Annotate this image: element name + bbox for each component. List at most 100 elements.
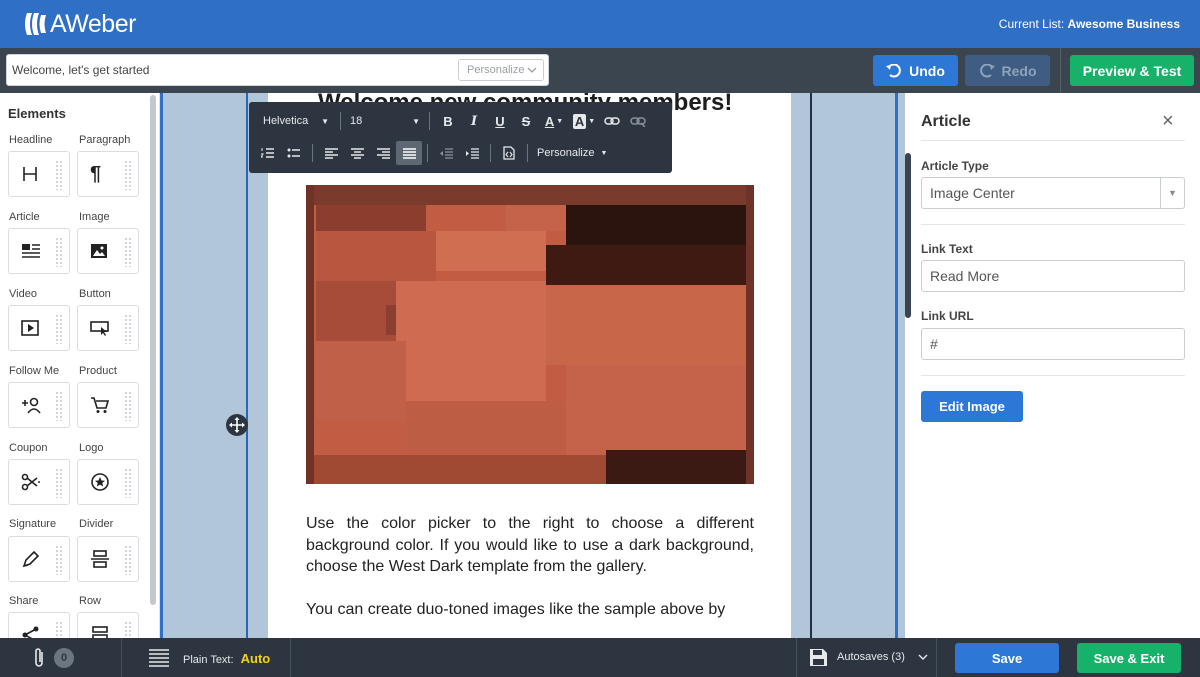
element-tile-video[interactable] (8, 305, 70, 351)
element-label: Product (79, 365, 117, 377)
underline-button[interactable]: U (487, 109, 513, 133)
align-right-button[interactable] (370, 141, 396, 165)
font-family-select[interactable]: Helvetica ▼ (257, 115, 335, 127)
cart-icon (91, 397, 110, 413)
canvas-left-edge (160, 93, 163, 638)
article-paragraph: Use the color picker to the right to cho… (306, 515, 754, 575)
preview-test-button[interactable]: Preview & Test (1070, 55, 1194, 86)
element-tile-coupon[interactable] (8, 459, 70, 505)
element-label: Article (9, 211, 40, 223)
caret-down-icon: ▼ (412, 116, 420, 126)
bottom-separator (121, 638, 122, 677)
element-label: Follow Me (9, 365, 60, 377)
panel-title: Article (921, 113, 971, 130)
link-icon (604, 117, 620, 125)
editor-canvas: Welcome new community members! (160, 93, 905, 638)
indent-button[interactable] (459, 141, 485, 165)
element-tile-button[interactable] (77, 305, 139, 351)
element-tile-divider[interactable] (77, 536, 139, 582)
drag-grip-icon (124, 391, 132, 421)
remove-link-button[interactable] (625, 109, 651, 133)
email-body: Welcome new community members! (268, 93, 791, 638)
text-color-icon: A (544, 113, 555, 129)
element-tile-signature[interactable] (8, 536, 70, 582)
outdent-button[interactable] (433, 141, 459, 165)
element-tile-paragraph[interactable]: ¶ (77, 151, 139, 197)
move-icon (229, 417, 245, 433)
article-settings-panel: Article × Article Type Image Center ▼ Li… (905, 93, 1200, 638)
drag-grip-icon (55, 621, 63, 638)
autosaves-label: Autosaves (3) (837, 651, 905, 663)
align-left-button[interactable] (318, 141, 344, 165)
drag-grip-icon (124, 314, 132, 344)
close-icon[interactable]: × (1162, 110, 1174, 133)
element-tile-image[interactable] (77, 228, 139, 274)
elements-scroll-thumb[interactable] (150, 95, 156, 605)
highlight-color-button[interactable]: A ▼ (569, 109, 599, 133)
panel-divider (921, 224, 1185, 225)
italic-button[interactable]: I (461, 109, 487, 133)
align-center-button[interactable] (344, 141, 370, 165)
element-tile-logo[interactable] (77, 459, 139, 505)
ordered-list-icon (261, 148, 274, 158)
plain-text-setting[interactable]: Plain Text: Auto (183, 651, 270, 666)
element-label: Video (9, 288, 37, 300)
drag-grip-icon (55, 468, 63, 498)
link-url-input[interactable]: # (921, 328, 1185, 360)
font-size-value: 18 (350, 115, 363, 127)
save-button[interactable]: Save (955, 643, 1059, 673)
insert-link-button[interactable] (599, 109, 625, 133)
link-url-value: # (930, 336, 938, 352)
align-center-icon (350, 147, 364, 159)
element-tile-product[interactable] (77, 382, 139, 428)
aweber-logo[interactable]: AWeber (24, 10, 136, 39)
format-separator (527, 144, 528, 162)
floppy-disk-icon (810, 649, 827, 666)
drag-grip-icon (124, 468, 132, 498)
article-type-select[interactable]: Image Center ▼ (921, 177, 1185, 209)
align-justify-button[interactable] (396, 141, 422, 165)
bullet-list-button[interactable] (281, 141, 307, 165)
section-frame-left (246, 93, 248, 638)
redo-button[interactable]: Redo (965, 55, 1050, 86)
element-tile-row[interactable] (77, 612, 139, 638)
bold-button[interactable]: B (435, 109, 461, 133)
text-format-toolbar: Helvetica ▼ 18 ▼ B I U S A ▼ A ▼ Persona… (249, 102, 672, 173)
plain-text-icon[interactable] (148, 648, 170, 668)
element-tile-article[interactable] (8, 228, 70, 274)
link-text-input[interactable]: Read More (921, 260, 1185, 292)
paperclip-icon[interactable] (33, 647, 45, 669)
element-label: Logo (79, 442, 104, 454)
element-tile-share[interactable] (8, 612, 70, 638)
text-color-button[interactable]: A ▼ (539, 109, 569, 133)
caret-down-icon: ▼ (588, 117, 596, 125)
personalize-dropdown[interactable]: Personalize (458, 59, 544, 81)
align-justify-icon (402, 147, 416, 159)
edit-image-button[interactable]: Edit Image (921, 391, 1023, 422)
format-separator (312, 144, 313, 162)
save-exit-button[interactable]: Save & Exit (1077, 643, 1181, 673)
element-tile-headline[interactable] (8, 151, 70, 197)
element-label: Row (79, 595, 102, 607)
plain-text-value: Auto (240, 651, 271, 666)
personalize-format-dropdown[interactable]: Personalize ▼ (533, 147, 617, 159)
source-code-button[interactable] (496, 141, 522, 165)
undo-button[interactable]: Undo (873, 55, 958, 86)
subject-input[interactable]: Welcome, let's get started Personalize (6, 54, 549, 86)
link-text-label: Link Text (921, 242, 973, 256)
align-left-icon (324, 147, 338, 159)
plain-text-label: Plain Text: (183, 654, 234, 666)
element-tile-follow-me[interactable] (8, 382, 70, 428)
ordered-list-button[interactable] (255, 141, 281, 165)
autosaves-dropdown[interactable]: Autosaves (3) (837, 651, 928, 663)
elements-scrollbar[interactable] (148, 93, 158, 638)
font-size-select[interactable]: 18 ▼ (346, 115, 424, 127)
article-body[interactable]: Use the color picker to the right to cho… (306, 513, 754, 638)
move-handle[interactable] (226, 414, 248, 436)
article-image[interactable] (306, 185, 754, 484)
panel-scrollbar[interactable] (905, 153, 911, 318)
section-frame-right (810, 93, 812, 638)
panel-divider (921, 140, 1185, 141)
pen-icon (22, 550, 40, 568)
strikethrough-button[interactable]: S (513, 109, 539, 133)
